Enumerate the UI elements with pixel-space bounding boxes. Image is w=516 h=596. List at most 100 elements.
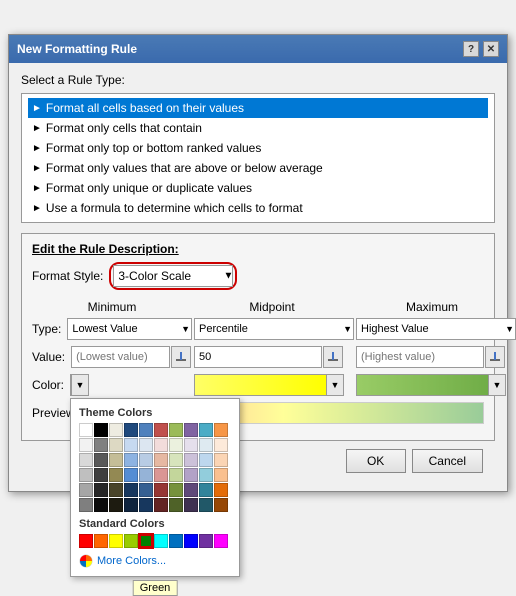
- color-cell[interactable]: [124, 453, 138, 467]
- std-color-cell[interactable]: [199, 534, 213, 548]
- color-cell[interactable]: [124, 438, 138, 452]
- color-mid-dropdown-btn[interactable]: ▼: [326, 374, 344, 396]
- color-cell[interactable]: [79, 498, 93, 512]
- color-cell[interactable]: [214, 498, 228, 512]
- std-color-cell[interactable]: [79, 534, 93, 548]
- std-color-cell[interactable]: [184, 534, 198, 548]
- color-cell[interactable]: [139, 483, 153, 497]
- format-style-select[interactable]: 2-Color Scale 3-Color Scale Data Bar Ico…: [113, 265, 233, 287]
- rule-type-item-0[interactable]: ► Format all cells based on their values: [28, 98, 488, 118]
- color-cell[interactable]: [94, 483, 108, 497]
- color-cell[interactable]: [184, 423, 198, 437]
- color-min-dropdown-btn[interactable]: ▼: [71, 374, 89, 396]
- std-color-cell-selected[interactable]: Green: [139, 534, 153, 548]
- value-mid-input[interactable]: [194, 346, 322, 368]
- color-cell[interactable]: [109, 423, 123, 437]
- std-color-cell[interactable]: [94, 534, 108, 548]
- color-cell[interactable]: [154, 498, 168, 512]
- color-cell[interactable]: [79, 468, 93, 482]
- color-cell[interactable]: [154, 468, 168, 482]
- color-cell[interactable]: [214, 468, 228, 482]
- std-color-cell[interactable]: [154, 534, 168, 548]
- value-mid-picker-btn[interactable]: [323, 346, 343, 368]
- color-cell[interactable]: [139, 468, 153, 482]
- type-max-select[interactable]: Highest Value Number Percent Percentile …: [356, 318, 516, 340]
- color-label: Color:: [32, 378, 68, 392]
- std-color-cell[interactable]: [109, 534, 123, 548]
- color-cell[interactable]: [184, 483, 198, 497]
- color-cell[interactable]: [139, 498, 153, 512]
- color-cell[interactable]: [94, 498, 108, 512]
- color-cell[interactable]: [139, 423, 153, 437]
- color-max-dropdown-btn[interactable]: ▼: [488, 374, 506, 396]
- color-mid-swatch[interactable]: [194, 374, 327, 396]
- dialog: New Formatting Rule ? ✕ Select a Rule Ty…: [8, 34, 508, 492]
- color-cell[interactable]: [79, 453, 93, 467]
- type-min-select[interactable]: Lowest Value Number Percent Percentile F…: [67, 318, 192, 340]
- color-cell[interactable]: [169, 498, 183, 512]
- color-cell[interactable]: [199, 453, 213, 467]
- color-cell[interactable]: [169, 453, 183, 467]
- type-mid-select-wrapper: Number Percentile Percent Formula ▼: [194, 318, 354, 340]
- color-cell[interactable]: [139, 438, 153, 452]
- color-cell[interactable]: [109, 438, 123, 452]
- color-cell[interactable]: [109, 468, 123, 482]
- color-cell[interactable]: [94, 423, 108, 437]
- std-color-cell[interactable]: [214, 534, 228, 548]
- rule-type-item-1[interactable]: ► Format only cells that contain: [28, 118, 488, 138]
- color-cell[interactable]: [79, 483, 93, 497]
- std-color-cell[interactable]: [124, 534, 138, 548]
- color-cell[interactable]: [184, 468, 198, 482]
- color-cell[interactable]: [199, 498, 213, 512]
- ok-button[interactable]: OK: [346, 449, 406, 473]
- color-cell[interactable]: [154, 483, 168, 497]
- color-cell[interactable]: [169, 423, 183, 437]
- more-colors-link[interactable]: More Colors...: [79, 554, 231, 568]
- value-min-picker-btn[interactable]: [171, 346, 191, 368]
- color-cell[interactable]: [124, 498, 138, 512]
- color-cell[interactable]: [214, 453, 228, 467]
- type-mid-select[interactable]: Number Percentile Percent Formula: [194, 318, 354, 340]
- color-cell[interactable]: [154, 453, 168, 467]
- cancel-button[interactable]: Cancel: [412, 449, 483, 473]
- color-cell[interactable]: [184, 438, 198, 452]
- color-cell[interactable]: [124, 468, 138, 482]
- color-cell[interactable]: [139, 453, 153, 467]
- color-cell[interactable]: [199, 423, 213, 437]
- color-cell[interactable]: [94, 438, 108, 452]
- rule-type-item-3[interactable]: ► Format only values that are above or b…: [28, 158, 488, 178]
- color-cell[interactable]: [94, 468, 108, 482]
- color-cell[interactable]: [169, 483, 183, 497]
- color-cell[interactable]: [214, 423, 228, 437]
- color-cell[interactable]: [184, 453, 198, 467]
- color-cell[interactable]: [169, 438, 183, 452]
- color-cell[interactable]: [214, 483, 228, 497]
- value-min-cell: Value:: [32, 346, 192, 368]
- color-cell[interactable]: [109, 498, 123, 512]
- color-cell[interactable]: [109, 483, 123, 497]
- color-cell[interactable]: [124, 423, 138, 437]
- color-cell[interactable]: [154, 423, 168, 437]
- color-cell[interactable]: [124, 483, 138, 497]
- value-min-input[interactable]: [71, 346, 170, 368]
- color-cell[interactable]: [214, 438, 228, 452]
- value-max-picker-btn[interactable]: [485, 346, 505, 368]
- rule-type-item-5[interactable]: ► Use a formula to determine which cells…: [28, 198, 488, 218]
- color-cell[interactable]: [169, 468, 183, 482]
- value-max-input[interactable]: [356, 346, 484, 368]
- color-max-swatch[interactable]: [356, 374, 489, 396]
- rule-type-item-2[interactable]: ► Format only top or bottom ranked value…: [28, 138, 488, 158]
- color-cell[interactable]: [79, 423, 93, 437]
- color-cell[interactable]: [109, 453, 123, 467]
- color-cell[interactable]: [79, 438, 93, 452]
- color-cell[interactable]: [154, 438, 168, 452]
- color-cell[interactable]: [199, 438, 213, 452]
- rule-type-item-4[interactable]: ► Format only unique or duplicate values: [28, 178, 488, 198]
- help-button[interactable]: ?: [463, 41, 479, 57]
- close-button[interactable]: ✕: [483, 41, 499, 57]
- color-cell[interactable]: [94, 453, 108, 467]
- color-cell[interactable]: [199, 468, 213, 482]
- color-cell[interactable]: [199, 483, 213, 497]
- color-cell[interactable]: [184, 498, 198, 512]
- std-color-cell[interactable]: [169, 534, 183, 548]
